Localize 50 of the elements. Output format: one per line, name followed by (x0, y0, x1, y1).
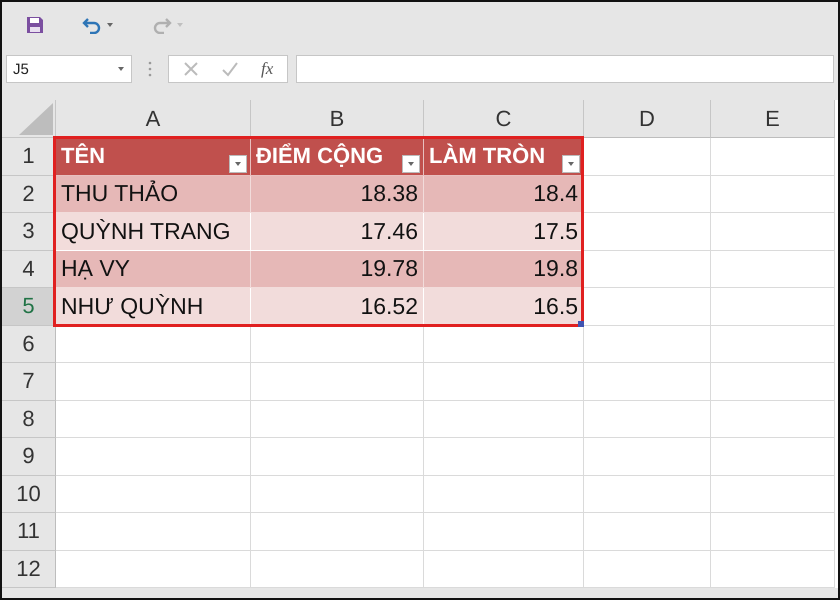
table-cell: 17.5 (424, 213, 584, 250)
filter-button[interactable] (229, 154, 247, 172)
row-header[interactable]: 3 (2, 213, 56, 250)
row-header[interactable]: 6 (2, 326, 56, 363)
formula-field[interactable] (296, 55, 834, 83)
grip-icon[interactable] (148, 61, 152, 77)
table-cell: HẠ VY (56, 250, 251, 288)
row-header[interactable]: 2 (2, 176, 56, 213)
row-header[interactable]: 9 (2, 438, 56, 476)
header-label: TÊN (61, 143, 105, 170)
save-icon (26, 16, 44, 34)
column-header[interactable]: B (251, 100, 424, 138)
row-header[interactable]: 8 (2, 400, 56, 438)
table-cell: 18.4 (424, 176, 584, 213)
column-header[interactable]: A (56, 100, 251, 138)
table-cell: 17.46 (251, 213, 424, 250)
caret-icon (234, 160, 242, 166)
filter-button[interactable] (402, 154, 420, 172)
row-header[interactable]: 7 (2, 363, 56, 400)
caret-icon (407, 160, 415, 166)
table-cell: 18.38 (251, 176, 424, 213)
check-icon[interactable] (221, 61, 239, 77)
column-header[interactable]: E (711, 100, 835, 138)
name-box[interactable]: J5 (6, 55, 132, 83)
header-label: LÀM TRÒN (429, 143, 546, 170)
caret-icon (117, 66, 125, 72)
column-header[interactable]: C (424, 100, 584, 138)
table-cell: 19.8 (424, 250, 584, 288)
table-cell: NHƯ QUỲNH (56, 288, 251, 326)
fill-handle[interactable] (578, 320, 584, 326)
redo-icon (152, 16, 172, 34)
row-header[interactable]: 5 (2, 288, 56, 326)
undo-icon (82, 16, 102, 34)
caret-icon (567, 160, 575, 166)
table-cell: 16.52 (251, 288, 424, 326)
row-header[interactable]: 1 (2, 138, 56, 176)
row-header[interactable]: 10 (2, 476, 56, 513)
caret-icon (106, 22, 114, 28)
header-label: ĐIỂM CỘNG (256, 143, 384, 170)
table-cell: QUỲNH TRANG (56, 213, 251, 250)
insert-function-button[interactable]: fx (261, 59, 274, 79)
caret-icon (176, 22, 184, 28)
row-header[interactable]: 11 (2, 513, 56, 550)
row-header[interactable]: 4 (2, 250, 56, 288)
table-cell: 16.5 (424, 288, 584, 326)
filter-button[interactable] (562, 154, 580, 172)
table-cell: 19.78 (251, 250, 424, 288)
row-header[interactable]: 12 (2, 550, 56, 588)
column-header[interactable]: D (584, 100, 711, 138)
table-cell: THU THẢO (56, 176, 251, 213)
